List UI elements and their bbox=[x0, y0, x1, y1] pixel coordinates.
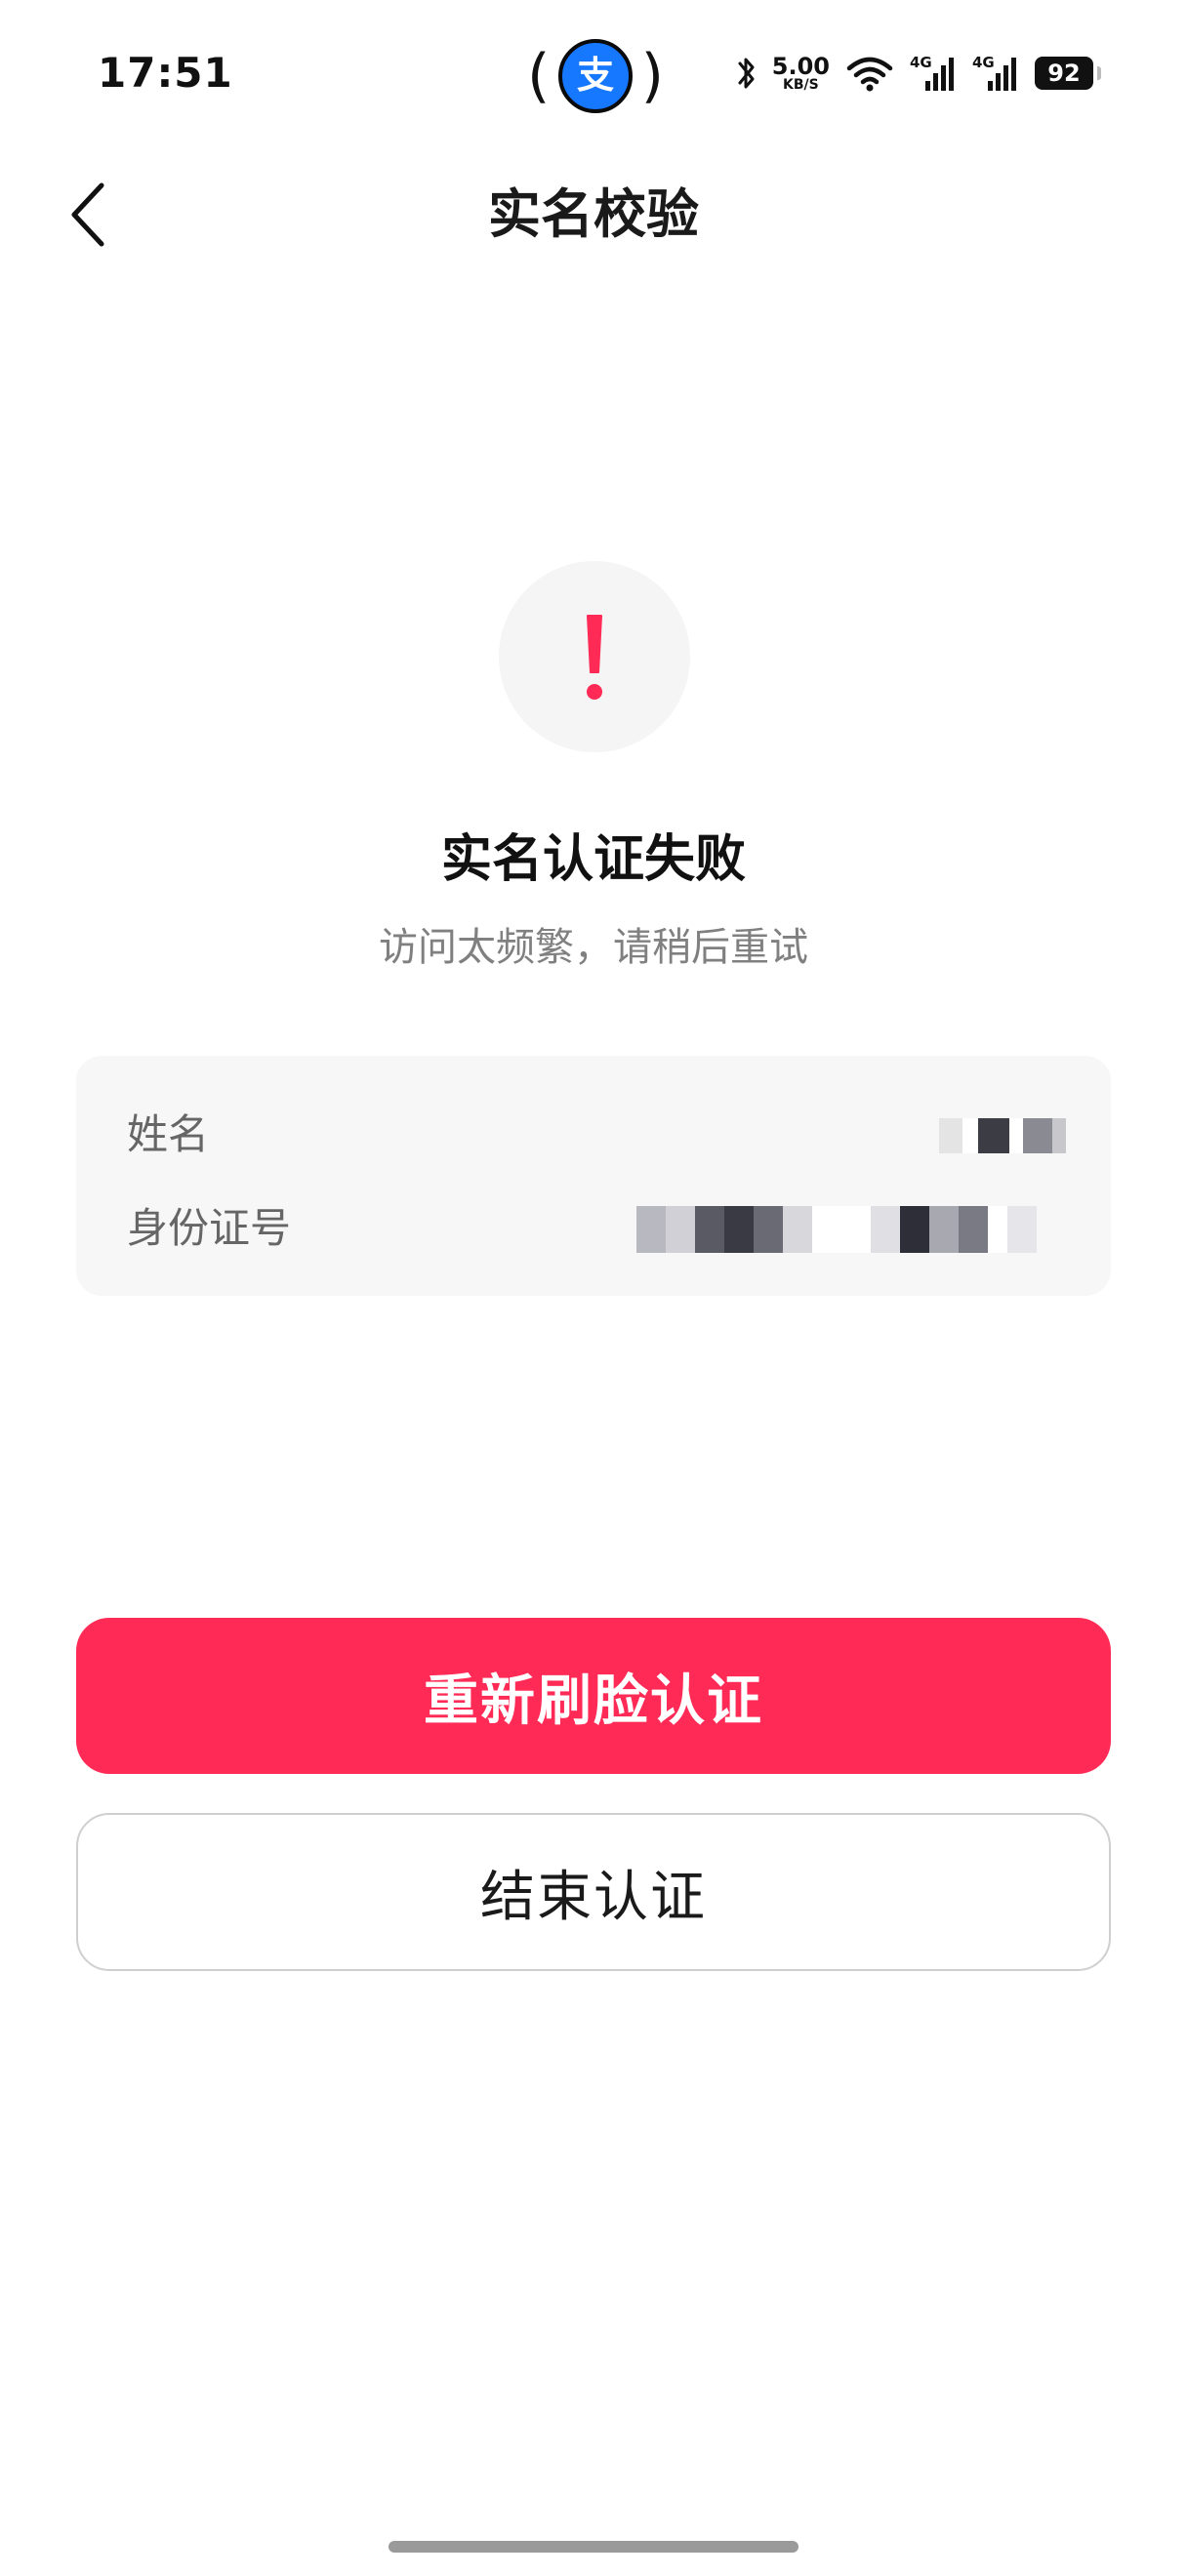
end-verification-button[interactable]: 结束认证 bbox=[76, 1813, 1111, 1971]
id-label: 身份证号 bbox=[127, 1204, 292, 1252]
status-bar: 17:51 ( 支 ) 5.00 KB/S 4G 4G 92 bbox=[0, 0, 1187, 156]
net-speed-value: 5.00 bbox=[771, 53, 830, 80]
wifi-icon bbox=[846, 57, 893, 92]
network-type-label: 4G bbox=[972, 54, 995, 71]
error-icon-circle bbox=[499, 561, 690, 752]
name-value-masked bbox=[939, 1118, 1066, 1153]
app-indicator: ( 支 ) bbox=[527, 39, 664, 113]
info-row-id: 身份证号 bbox=[127, 1194, 1066, 1263]
status-time: 17:51 bbox=[98, 49, 233, 97]
info-row-name: 姓名 bbox=[127, 1101, 1066, 1169]
battery-icon: 92 bbox=[1035, 57, 1101, 90]
alipay-icon: 支 bbox=[558, 39, 633, 113]
paren-right: ) bbox=[640, 42, 664, 110]
signal-icon-2: 4G bbox=[972, 54, 1019, 93]
exclamation-icon bbox=[587, 615, 602, 700]
error-message: 访问太频繁，请稍后重试 bbox=[379, 925, 808, 970]
paren-left: ( bbox=[527, 42, 551, 110]
signal-icon-1: 4G bbox=[910, 54, 957, 93]
net-speed: 5.00 KB/S bbox=[772, 55, 830, 92]
net-speed-unit: KB/S bbox=[783, 77, 819, 93]
name-label: 姓名 bbox=[127, 1110, 210, 1158]
page-title: 实名校验 bbox=[488, 183, 699, 245]
error-title: 实名认证失败 bbox=[440, 830, 746, 889]
bluetooth-icon bbox=[738, 58, 755, 89]
home-indicator[interactable] bbox=[389, 2541, 798, 2553]
id-value-masked bbox=[636, 1206, 1037, 1253]
network-type-label: 4G bbox=[910, 54, 932, 71]
info-card: 姓名 身份证号 bbox=[76, 1056, 1111, 1296]
status-icons: 5.00 KB/S 4G 4G 92 bbox=[737, 51, 1101, 96]
retry-face-verification-button[interactable]: 重新刷脸认证 bbox=[76, 1618, 1111, 1774]
nav-bar: 实名校验 bbox=[0, 156, 1187, 273]
